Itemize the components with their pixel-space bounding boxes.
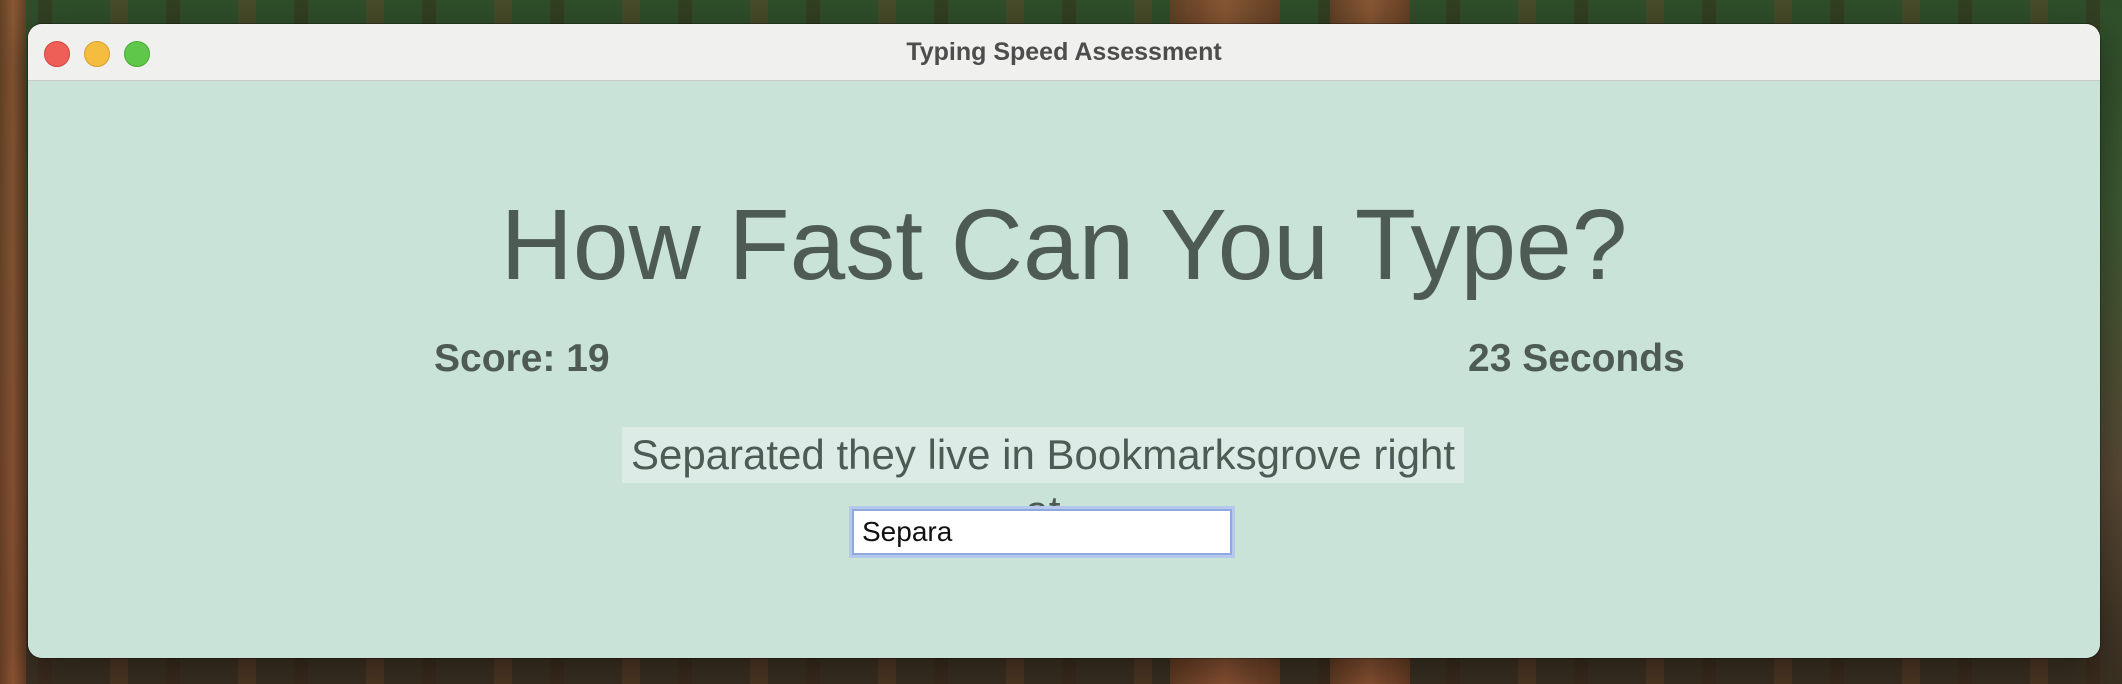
- game-panel: How Fast Can You Type? Score: 19 23 Seco…: [28, 81, 2100, 658]
- timer-label: 23 Seconds: [1468, 337, 1685, 380]
- page-title: How Fast Can You Type?: [500, 189, 1628, 301]
- score-label: Score: 19: [434, 337, 610, 380]
- window-title: Typing Speed Assessment: [906, 38, 1222, 66]
- app-window: Typing Speed Assessment How Fast Can You…: [28, 24, 2100, 658]
- wallpaper-trunk: [0, 0, 26, 684]
- prompt-text: Separated they live in Bookmarksgrove ri…: [622, 427, 1464, 534]
- typing-input[interactable]: [849, 506, 1235, 558]
- title-bar[interactable]: Typing Speed Assessment: [28, 24, 2100, 81]
